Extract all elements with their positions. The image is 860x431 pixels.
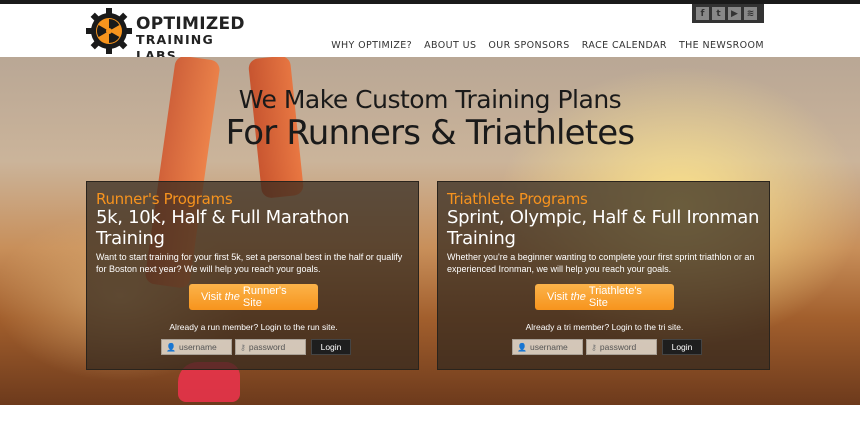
triathlete-programs-panel: Triathlete Programs Sprint, Olympic, Hal…	[437, 181, 770, 370]
runner-login-note: Already a run member? Login to the run s…	[169, 322, 338, 332]
youtube-icon[interactable]: ▶	[728, 7, 741, 20]
visit-triathlete-site-button[interactable]: Visit the Triathlete's Site	[535, 284, 674, 310]
key-icon: ⚷	[591, 342, 597, 352]
runner-programs-panel: Runner's Programs 5k, 10k, Half & Full M…	[86, 181, 419, 370]
runner-username-field[interactable]: 👤 username	[161, 339, 232, 355]
triathlete-login-form: 👤 username ⚷ password Login	[512, 339, 702, 355]
password-placeholder: password	[248, 342, 286, 352]
nav-our-sponsors[interactable]: OUR SPONSORS	[488, 40, 569, 51]
runner-login-form: 👤 username ⚷ password Login	[161, 339, 351, 355]
logo-gear-icon	[86, 8, 132, 54]
visit-runner-site-button[interactable]: Visit the Runner's Site	[189, 284, 318, 310]
site-header: OPTIMIZED TRAINING LABS f t ▶ ≋ WHY OPTI…	[0, 4, 860, 63]
nav-why-optimize[interactable]: WHY OPTIMIZE?	[331, 40, 412, 51]
nav-about-us[interactable]: ABOUT US	[424, 40, 476, 51]
key-icon: ⚷	[240, 342, 246, 352]
triathlete-login-note: Already a tri member? Login to the tri s…	[525, 322, 684, 332]
triathlete-password-field[interactable]: ⚷ password	[586, 339, 657, 355]
rss-icon[interactable]: ≋	[744, 7, 757, 20]
hero-headline: We Make Custom Training Plans	[238, 85, 622, 114]
triathlete-title: Sprint, Olympic, Half & Full Ironman Tra…	[447, 207, 760, 249]
main-nav: WHY OPTIMIZE? ABOUT US OUR SPONSORS RACE…	[331, 40, 764, 51]
runner-login-button[interactable]: Login	[311, 339, 351, 355]
runner-password-field[interactable]: ⚷ password	[235, 339, 306, 355]
password-placeholder: password	[599, 342, 637, 352]
facebook-icon[interactable]: f	[696, 7, 709, 20]
btn-pre: Visit	[547, 291, 568, 303]
username-placeholder: username	[178, 342, 217, 352]
btn-em: the	[570, 291, 586, 303]
twitter-icon[interactable]: t	[712, 7, 725, 20]
logo-line-1: OPTIMIZED	[136, 14, 245, 34]
social-links: f t ▶ ≋	[692, 4, 764, 23]
triathlete-description: Whether you're a beginner wanting to com…	[447, 252, 755, 274]
runner-kicker: Runner's Programs	[96, 190, 233, 208]
triathlete-kicker: Triathlete Programs	[447, 190, 588, 208]
btn-post: Triathlete's Site	[588, 285, 642, 309]
user-icon: 👤	[166, 342, 176, 352]
user-icon: 👤	[517, 342, 527, 352]
runner-title: 5k, 10k, Half & Full Marathon Training	[96, 207, 350, 249]
username-placeholder: username	[529, 342, 568, 352]
hero-section: We Make Custom Training Plans For Runner…	[0, 57, 860, 405]
nav-the-newsroom[interactable]: THE NEWSROOM	[679, 40, 764, 51]
hero-subheadline: For Runners & Triathletes	[225, 113, 635, 153]
nav-race-calendar[interactable]: RACE CALENDAR	[582, 40, 667, 51]
runner-description: Want to start training for your first 5k…	[96, 252, 403, 274]
btn-post: Runner's Site	[242, 285, 287, 309]
btn-pre: Visit	[201, 291, 222, 303]
triathlete-username-field[interactable]: 👤 username	[512, 339, 583, 355]
btn-em: the	[224, 291, 240, 303]
triathlete-login-button[interactable]: Login	[662, 339, 702, 355]
site-logo[interactable]: OPTIMIZED TRAINING LABS	[86, 8, 246, 63]
